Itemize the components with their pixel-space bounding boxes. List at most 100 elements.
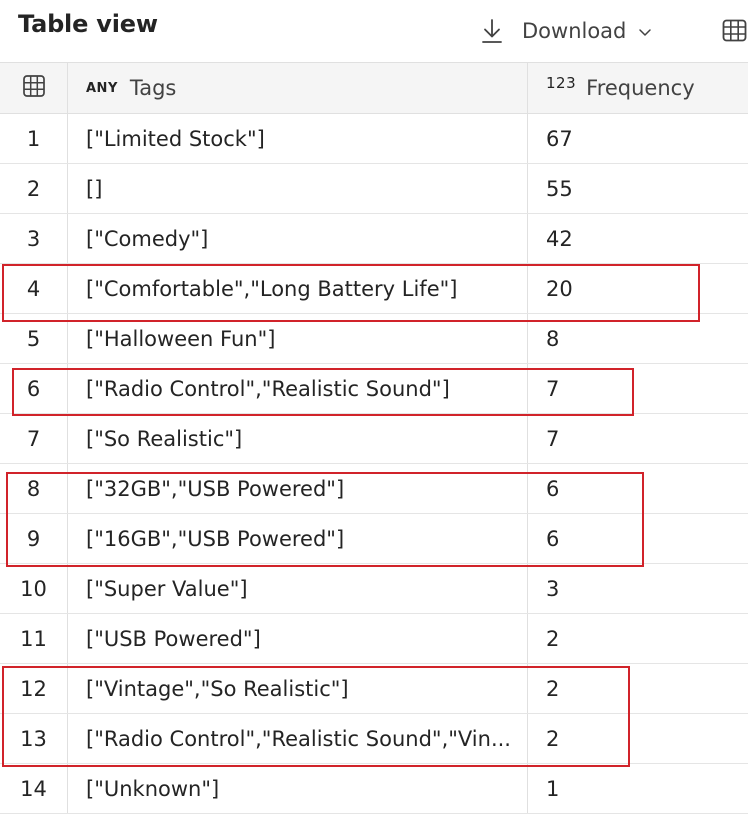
row-index-cell[interactable]: 10: [0, 564, 68, 613]
row-index-cell[interactable]: 12: [0, 664, 68, 713]
frequency-cell-text: 7: [546, 376, 560, 401]
tags-cell[interactable]: ["So Realistic"]: [68, 414, 528, 463]
table-row[interactable]: 9 ["16GB","USB Powered"] 6: [0, 514, 748, 564]
row-index-cell[interactable]: 14: [0, 764, 68, 813]
row-index-cell[interactable]: 5: [0, 314, 68, 363]
tags-cell[interactable]: ["16GB","USB Powered"]: [68, 514, 528, 563]
row-index-cell[interactable]: 13: [0, 714, 68, 763]
frequency-cell[interactable]: 2: [528, 614, 748, 663]
table-view-toggle-button[interactable]: [722, 18, 748, 44]
row-index-cell[interactable]: 9: [0, 514, 68, 563]
frequency-cell-text: 3: [546, 576, 560, 601]
column-type-badge-any: ANY: [86, 80, 118, 96]
frequency-cell[interactable]: 67: [528, 114, 748, 163]
row-index-cell-text: 13: [20, 726, 47, 751]
select-all-grid-button[interactable]: [0, 63, 68, 113]
tags-cell[interactable]: ["Limited Stock"]: [68, 114, 528, 163]
tags-cell[interactable]: ["Super Value"]: [68, 564, 528, 613]
row-index-cell[interactable]: 4: [0, 264, 68, 313]
frequency-cell[interactable]: 1: [528, 764, 748, 813]
tags-cell-text: ["Halloween Fun"]: [86, 326, 276, 351]
tags-cell[interactable]: ["Comedy"]: [68, 214, 528, 263]
tags-cell[interactable]: ["Radio Control","Realistic Sound","Vin.…: [68, 714, 528, 763]
table-row[interactable]: 6 ["Radio Control","Realistic Sound"] 7: [0, 364, 748, 414]
column-header-frequency[interactable]: 123 Frequency: [528, 63, 748, 113]
tags-cell-text: ["Super Value"]: [86, 576, 248, 601]
frequency-cell[interactable]: 55: [528, 164, 748, 213]
tags-cell-text: ["Comedy"]: [86, 226, 209, 251]
frequency-cell-text: 1: [546, 776, 560, 801]
frequency-cell[interactable]: 7: [528, 414, 748, 463]
tags-cell[interactable]: ["Vintage","So Realistic"]: [68, 664, 528, 713]
row-index-cell[interactable]: 8: [0, 464, 68, 513]
tags-cell-text: ["USB Powered"]: [86, 626, 261, 651]
table-row[interactable]: 7 ["So Realistic"] 7: [0, 414, 748, 464]
tags-cell-text: ["Limited Stock"]: [86, 126, 265, 151]
tags-cell[interactable]: ["32GB","USB Powered"]: [68, 464, 528, 513]
frequency-cell-text: 6: [546, 526, 560, 551]
row-index-cell-text: 11: [20, 626, 47, 651]
row-index-cell-text: 10: [20, 576, 47, 601]
frequency-cell[interactable]: 42: [528, 214, 748, 263]
frequency-cell-text: 6: [546, 476, 560, 501]
row-index-cell-text: 4: [26, 276, 41, 301]
frequency-cell-text: 20: [546, 276, 573, 301]
row-index-cell[interactable]: 11: [0, 614, 68, 663]
column-header-label: Tags: [129, 76, 177, 100]
frequency-cell-text: 7: [546, 426, 560, 451]
tags-cell-text: ["16GB","USB Powered"]: [86, 526, 345, 551]
table-grid-icon: [722, 19, 748, 48]
column-header-tags[interactable]: ANY Tags: [68, 63, 528, 113]
frequency-cell[interactable]: 6: [528, 464, 748, 513]
table-row[interactable]: 4 ["Comfortable","Long Battery Life"] 20: [0, 264, 748, 314]
row-index-cell[interactable]: 3: [0, 214, 68, 263]
table-row[interactable]: 14 ["Unknown"] 1: [0, 764, 748, 814]
table-row[interactable]: 1 ["Limited Stock"] 67: [0, 114, 748, 164]
frequency-cell[interactable]: 2: [528, 714, 748, 763]
tags-cell[interactable]: ["USB Powered"]: [68, 614, 528, 663]
table-grid-icon: [22, 74, 46, 102]
row-index-cell[interactable]: 7: [0, 414, 68, 463]
frequency-cell-text: 2: [546, 676, 560, 701]
frequency-cell[interactable]: 7: [528, 364, 748, 413]
tags-cell-text: ["Unknown"]: [86, 776, 220, 801]
tags-cell[interactable]: ["Comfortable","Long Battery Life"]: [68, 264, 528, 313]
table-row[interactable]: 12 ["Vintage","So Realistic"] 2: [0, 664, 748, 714]
tags-cell-text: ["So Realistic"]: [86, 426, 243, 451]
table-row[interactable]: 13 ["Radio Control","Realistic Sound","Vi…: [0, 714, 748, 764]
download-label: Download: [522, 19, 627, 43]
row-index-cell-text: 2: [26, 176, 41, 201]
frequency-cell[interactable]: 20: [528, 264, 748, 313]
column-type-badge-number: 123: [546, 74, 577, 92]
table-row[interactable]: 2 [] 55: [0, 164, 748, 214]
frequency-cell-text: 67: [546, 126, 573, 151]
table-row[interactable]: 11 ["USB Powered"] 2: [0, 614, 748, 664]
frequency-cell-text: 2: [546, 726, 560, 751]
frequency-cell[interactable]: 8: [528, 314, 748, 363]
tags-cell-text: ["32GB","USB Powered"]: [86, 476, 345, 501]
row-index-cell-text: 9: [26, 526, 41, 551]
tags-cell[interactable]: ["Unknown"]: [68, 764, 528, 813]
chevron-down-icon: [638, 24, 652, 38]
tags-cell-text: ["Radio Control","Realistic Sound"]: [86, 376, 450, 401]
row-index-cell-text: 1: [26, 126, 41, 151]
row-index-cell[interactable]: 6: [0, 364, 68, 413]
frequency-cell-text: 42: [546, 226, 573, 251]
frequency-cell-text: 8: [546, 326, 560, 351]
tags-cell[interactable]: ["Halloween Fun"]: [68, 314, 528, 363]
row-index-cell[interactable]: 1: [0, 114, 68, 163]
table-row[interactable]: 5 ["Halloween Fun"] 8: [0, 314, 748, 364]
frequency-cell[interactable]: 3: [528, 564, 748, 613]
frequency-cell[interactable]: 6: [528, 514, 748, 563]
row-index-cell[interactable]: 2: [0, 164, 68, 213]
toolbar: Table view Download: [0, 0, 748, 62]
tags-cell[interactable]: ["Radio Control","Realistic Sound"]: [68, 364, 528, 413]
table-row[interactable]: 3 ["Comedy"] 42: [0, 214, 748, 264]
table-row[interactable]: 10 ["Super Value"] 3: [0, 564, 748, 614]
row-index-cell-text: 5: [26, 326, 41, 351]
table-row[interactable]: 8 ["32GB","USB Powered"] 6: [0, 464, 748, 514]
frequency-cell[interactable]: 2: [528, 664, 748, 713]
row-index-cell-text: 6: [26, 376, 41, 401]
download-button[interactable]: Download: [480, 14, 652, 48]
tags-cell[interactable]: []: [68, 164, 528, 213]
